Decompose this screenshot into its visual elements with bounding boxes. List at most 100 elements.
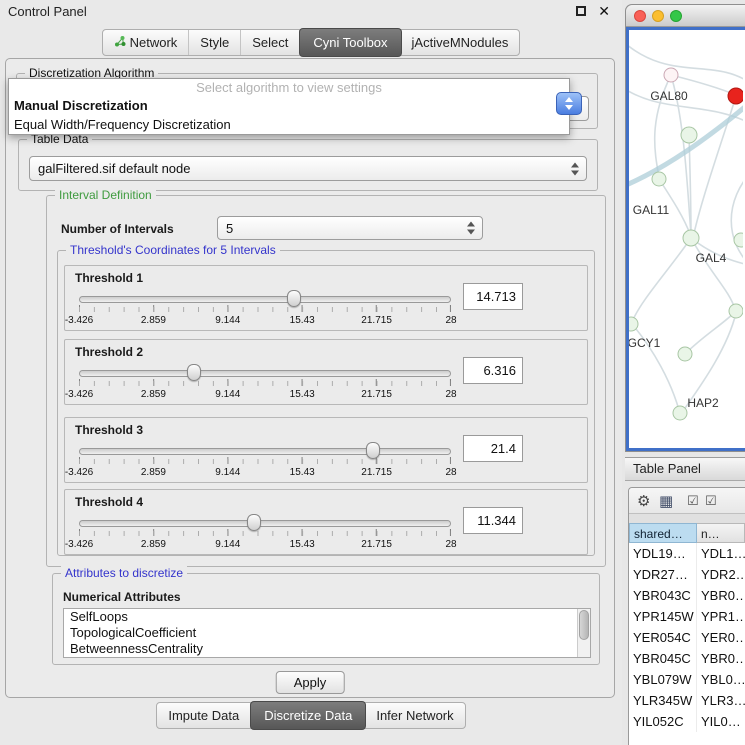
scale-label: 21.715: [361, 539, 392, 550]
zoom-window-button[interactable]: [670, 10, 682, 22]
scale-label: 28: [445, 467, 456, 478]
table-row[interactable]: YBR043CYBR0…: [629, 585, 745, 606]
list-item[interactable]: SelfLoops: [64, 609, 590, 625]
scale-label: 15.43: [290, 389, 315, 400]
scale-label: 21.715: [361, 315, 392, 326]
table-row[interactable]: YDL19…YDL1…: [629, 543, 745, 564]
network-node-gcy1[interactable]: [629, 317, 638, 331]
stepper-arrows-icon: [467, 222, 476, 235]
table-row[interactable]: YBR045CYBR0…: [629, 648, 745, 669]
number-of-intervals-combobox[interactable]: 5: [217, 216, 483, 240]
close-panel-icon[interactable]: ✕: [598, 3, 610, 20]
cell: YDR27…: [629, 564, 697, 585]
tab-discretize-data[interactable]: Discretize Data: [250, 701, 366, 730]
numerical-attributes-list: SelfLoops TopologicalCoefficient Between…: [63, 608, 591, 658]
network-node-hap2[interactable]: [673, 406, 687, 420]
column-header-shared-name[interactable]: shared…: [629, 523, 697, 543]
cell: YBR043C: [629, 585, 697, 606]
float-panel-icon[interactable]: [576, 6, 586, 16]
table-toolbar: ⚙ ▦ ☑ ☑: [629, 488, 745, 514]
menu-item-equal-width-frequency[interactable]: Equal Width/Frequency Discretization: [9, 115, 569, 134]
slider-track[interactable]: [79, 296, 451, 303]
slider-thumb[interactable]: [247, 514, 261, 531]
attributes-to-discretize-group: Attributes to discretize Numerical Attri…: [52, 573, 600, 665]
tab-impute-data[interactable]: Impute Data: [157, 703, 251, 728]
network-view[interactable]: GAL80 GAL11 GAL4 GCY1 HAP2: [626, 27, 745, 451]
apply-button[interactable]: Apply: [276, 671, 345, 694]
scale-label: 9.144: [215, 315, 240, 326]
threshold-3-value-field[interactable]: [463, 435, 523, 462]
slider-thumb[interactable]: [366, 442, 380, 459]
table-row[interactable]: YIL052CYIL0…: [629, 711, 745, 732]
scale-label: 28: [445, 389, 456, 400]
minimize-window-button[interactable]: [652, 10, 664, 22]
slider-track[interactable]: [79, 370, 451, 377]
scrollbar-thumb[interactable]: [579, 610, 589, 640]
select-all-icon[interactable]: ☑: [687, 493, 699, 509]
network-node-gal11[interactable]: [652, 172, 666, 186]
cell: YER0…: [697, 627, 745, 648]
scale-label: 2.859: [141, 539, 166, 550]
table-row[interactable]: YPR145WYPR1…: [629, 606, 745, 627]
slider-track[interactable]: [79, 448, 451, 455]
cell: YBR045C: [629, 648, 697, 669]
tab-label: Impute Data: [168, 708, 239, 723]
table-row[interactable]: YLR345WYLR3…: [629, 690, 745, 711]
slider-thumb[interactable]: [187, 364, 201, 381]
tab-jactivemnodules[interactable]: jActiveMNodules: [401, 30, 520, 55]
menu-item-manual-discretization[interactable]: Manual Discretization: [9, 96, 569, 115]
algorithm-combobox-stepper[interactable]: [556, 92, 582, 115]
tab-network[interactable]: Network: [103, 30, 190, 55]
cell: YPR145W: [629, 606, 697, 627]
threshold-1-slider[interactable]: -3.426 2.859 9.144 15.43 21.715 28: [79, 290, 451, 330]
list-item[interactable]: TopologicalCoefficient: [64, 625, 590, 641]
tab-infer-network[interactable]: Infer Network: [365, 703, 464, 728]
threshold-label: Threshold 2: [75, 345, 143, 359]
network-node-gal80[interactable]: [664, 68, 678, 82]
close-window-button[interactable]: [634, 10, 646, 22]
threshold-4-slider[interactable]: -3.426 2.859 9.144 15.43 21.715 28: [79, 514, 451, 554]
network-node-gal4[interactable]: [683, 230, 699, 246]
network-node[interactable]: [729, 304, 743, 318]
columns-icon[interactable]: ▦: [659, 492, 673, 510]
table-row[interactable]: YDR27…YDR2…: [629, 564, 745, 585]
threshold-1-value-field[interactable]: [463, 283, 523, 310]
threshold-1-panel: Threshold 1 -3.426 2.859 9.144 15.43 21.…: [64, 265, 588, 331]
cell: YBL0…: [697, 669, 745, 690]
cell: YLR3…: [697, 690, 745, 711]
cell: YER054C: [629, 627, 697, 648]
interval-definition-group: Interval Definition Number of Intervals …: [46, 195, 606, 567]
select-function-icon[interactable]: ☑: [705, 493, 717, 509]
column-header-name[interactable]: n…: [697, 523, 745, 543]
table-row[interactable]: YBL079WYBL0…: [629, 669, 745, 690]
threshold-2-slider[interactable]: -3.426 2.859 9.144 15.43 21.715 28: [79, 364, 451, 404]
slider-thumb[interactable]: [287, 290, 301, 307]
combobox-value: 5: [226, 217, 233, 239]
tab-style[interactable]: Style: [189, 30, 241, 55]
tab-label: jActiveMNodules: [412, 35, 509, 50]
application-window: Control Panel ✕ Network Style Select Cyn…: [0, 0, 745, 745]
scale-label: 2.859: [141, 389, 166, 400]
threshold-4-value-field[interactable]: [463, 507, 523, 534]
tab-select[interactable]: Select: [241, 30, 300, 55]
list-scrollbar[interactable]: [577, 609, 590, 657]
threshold-4-panel: Threshold 4 -3.426 2.859 9.144 15.43 21.…: [64, 489, 588, 555]
cell: YLR345W: [629, 690, 697, 711]
gear-icon[interactable]: ⚙: [637, 492, 650, 510]
table-data-combobox[interactable]: galFiltered.sif default node: [29, 156, 587, 181]
network-node[interactable]: [681, 127, 697, 143]
threshold-2-value-field[interactable]: [463, 357, 523, 384]
network-node[interactable]: [678, 347, 692, 361]
scale-label: 28: [445, 315, 456, 326]
table-row[interactable]: YER054CYER0…: [629, 627, 745, 648]
network-node[interactable]: [734, 233, 743, 247]
group-title: Interval Definition: [55, 188, 156, 202]
list-item[interactable]: BetweennessCentrality: [64, 641, 590, 657]
cell: YPR1…: [697, 606, 745, 627]
group-title: Attributes to discretize: [61, 566, 187, 580]
scale-label: 2.859: [141, 315, 166, 326]
tab-cyni-toolbox[interactable]: Cyni Toolbox: [299, 28, 401, 57]
network-node-selected[interactable]: [728, 88, 743, 104]
slider-track[interactable]: [79, 520, 451, 527]
threshold-3-slider[interactable]: -3.426 2.859 9.144 15.43 21.715 28: [79, 442, 451, 482]
